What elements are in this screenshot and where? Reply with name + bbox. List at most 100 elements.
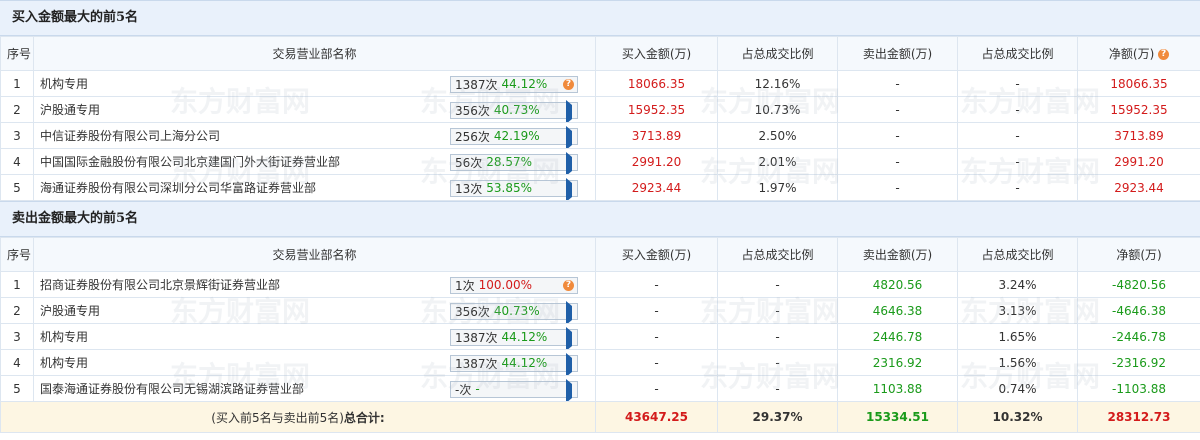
- branch-stat-box[interactable]: -次 -: [450, 378, 578, 401]
- sell-ratio: -: [957, 96, 1078, 123]
- buy-amount: 3713.89: [595, 122, 718, 149]
- buy-amount: -: [595, 297, 718, 324]
- buy-amount: 18066.35: [595, 70, 718, 97]
- buy-section-header: 买入金额最大的前5名: [0, 0, 1200, 36]
- buy-amount: 15952.35: [595, 96, 718, 123]
- trade-count: -次: [455, 382, 472, 397]
- buy-amount: 2923.44: [595, 174, 718, 201]
- net-amount: 15952.35: [1077, 96, 1200, 123]
- info-icon[interactable]: ?: [563, 78, 574, 90]
- branch-name[interactable]: 招商证券股份有限公司北京景辉街证券营业部: [40, 276, 450, 293]
- sell-ratio: 1.65%: [957, 323, 1078, 350]
- win-rate: 28.57%: [486, 155, 533, 169]
- net-help-icon[interactable]: ?: [1158, 49, 1170, 60]
- buy-ratio: 2.50%: [717, 122, 838, 149]
- branch-stat-box[interactable]: 256次 42.19%: [450, 125, 578, 148]
- win-rate: 40.73%: [493, 103, 540, 117]
- table-row: 5 国泰海通证券股份有限公司无锡湖滨路证券营业部 -次 - - -1103.88 0.74%…: [0, 375, 1200, 402]
- expand-arrow-icon[interactable]: [563, 99, 574, 122]
- buy-ratio: 12.16%: [717, 70, 838, 97]
- branch-stat-box[interactable]: 1次 100.00%?: [450, 276, 578, 294]
- col-sell-amount: 卖出金额(万): [837, 237, 958, 272]
- win-rate: 53.85%: [486, 181, 533, 195]
- net-amount: -2446.78: [1077, 323, 1200, 350]
- trade-count: 256次: [455, 129, 490, 144]
- branch-stat-box[interactable]: 356次 40.73%: [450, 300, 578, 323]
- net-amount: -1103.88: [1077, 375, 1200, 402]
- total-buy-ratio: 29.37%: [717, 401, 838, 433]
- branch-name[interactable]: 沪股通专用: [40, 101, 450, 118]
- branch-name[interactable]: 机构专用: [40, 328, 450, 345]
- col-net: 净额(万): [1077, 237, 1200, 272]
- net-amount: -4820.56: [1077, 271, 1200, 298]
- table-row: 3 中信证券股份有限公司上海分公司 256次 42.19% 3713.89 2.50% - -…: [0, 122, 1200, 149]
- info-icon[interactable]: ?: [563, 279, 574, 291]
- branch-name[interactable]: 中国国际金融股份有限公司北京建国门外大街证券营业部: [40, 153, 450, 170]
- table-row: 3 机构专用 1387次 44.12% - -2446.78 1.65% -2446.78: [0, 323, 1200, 350]
- branch-name[interactable]: 机构专用: [40, 75, 450, 92]
- sell-amount: -: [837, 122, 958, 149]
- total-sell-ratio: 10.32%: [957, 401, 1078, 433]
- expand-arrow-icon[interactable]: [563, 326, 574, 349]
- col-buy-amount: 买入金额(万): [595, 237, 718, 272]
- row-index: 3: [0, 122, 34, 149]
- buy-amount: -: [595, 349, 718, 376]
- win-rate: 40.73%: [493, 304, 540, 318]
- branch-stat-box[interactable]: 356次 40.73%: [450, 99, 578, 122]
- row-index: 2: [0, 297, 34, 324]
- col-index: 序号: [0, 237, 34, 272]
- expand-arrow-icon[interactable]: [563, 125, 574, 148]
- net-amount: 2923.44: [1077, 174, 1200, 201]
- row-index: 4: [0, 349, 34, 376]
- expand-arrow-icon[interactable]: [563, 151, 574, 174]
- sell-ratio: -: [957, 70, 1078, 97]
- sell-amount: -: [837, 70, 958, 97]
- total-buy: 43647.25: [595, 401, 718, 433]
- col-buy-ratio: 占总成交比例: [717, 237, 838, 272]
- buy-table-header-row: 序号 交易营业部名称 买入金额(万) 占总成交比例 卖出金额(万) 占总成交比例…: [0, 36, 1200, 71]
- win-rate: 44.12%: [501, 77, 548, 91]
- branch-cell: 沪股通专用 356次 40.73%: [33, 96, 596, 123]
- net-amount: 3713.89: [1077, 122, 1200, 149]
- table-row: 1 招商证券股份有限公司北京景辉街证券营业部 1次 100.00%? - -4820.56…: [0, 271, 1200, 298]
- branch-stat-box[interactable]: 56次 28.57%: [450, 151, 578, 174]
- branch-name[interactable]: 中信证券股份有限公司上海分公司: [40, 127, 450, 144]
- branch-cell: 沪股通专用 356次 40.73%: [33, 297, 596, 324]
- branch-name[interactable]: 海通证券股份有限公司深圳分公司华富路证券营业部: [40, 179, 450, 196]
- branch-name[interactable]: 机构专用: [40, 354, 450, 371]
- buy-table: 序号 交易营业部名称 买入金额(万) 占总成交比例 卖出金额(万) 占总成交比例…: [0, 36, 1200, 201]
- branch-name[interactable]: 国泰海通证券股份有限公司无锡湖滨路证券营业部: [40, 380, 450, 397]
- sell-ratio: -: [957, 122, 1078, 149]
- buy-ratio: -: [717, 271, 838, 298]
- branch-cell: 机构专用 1387次 44.12%?: [33, 70, 596, 97]
- sell-amount: 1103.88: [837, 375, 958, 402]
- branch-stat-box[interactable]: 1387次 44.12%: [450, 352, 578, 375]
- expand-arrow-icon[interactable]: [563, 177, 574, 200]
- win-rate: 42.19%: [493, 129, 540, 143]
- trade-count: 56次: [455, 155, 483, 170]
- branch-cell: 机构专用 1387次 44.12%: [33, 323, 596, 350]
- sell-ratio: 3.13%: [957, 297, 1078, 324]
- expand-arrow-icon[interactable]: [563, 352, 574, 375]
- row-index: 3: [0, 323, 34, 350]
- branch-stat-box[interactable]: 1387次 44.12%: [450, 326, 578, 349]
- branch-name[interactable]: 沪股通专用: [40, 302, 450, 319]
- buy-ratio: -: [717, 375, 838, 402]
- table-row: 1 机构专用 1387次 44.12%? 18066.35 12.16% - -18066.3…: [0, 70, 1200, 97]
- branch-stat-box[interactable]: 1387次 44.12%?: [450, 75, 578, 93]
- sell-amount: -: [837, 148, 958, 175]
- col-branch-name: 交易营业部名称: [33, 36, 596, 71]
- net-amount: -4646.38: [1077, 297, 1200, 324]
- col-sell-ratio: 占总成交比例: [957, 36, 1078, 71]
- sell-ratio: 1.56%: [957, 349, 1078, 376]
- branch-stat-box[interactable]: 13次 53.85%: [450, 177, 578, 200]
- col-net: 净额(万) ?: [1077, 36, 1200, 71]
- net-amount: 18066.35: [1077, 70, 1200, 97]
- buy-ratio: 1.97%: [717, 174, 838, 201]
- win-rate: -: [475, 382, 480, 396]
- buy-amount: 2991.20: [595, 148, 718, 175]
- expand-arrow-icon[interactable]: [563, 378, 574, 401]
- expand-arrow-icon[interactable]: [563, 300, 574, 323]
- sell-ratio: -: [957, 174, 1078, 201]
- col-sell-amount: 卖出金额(万): [837, 36, 958, 71]
